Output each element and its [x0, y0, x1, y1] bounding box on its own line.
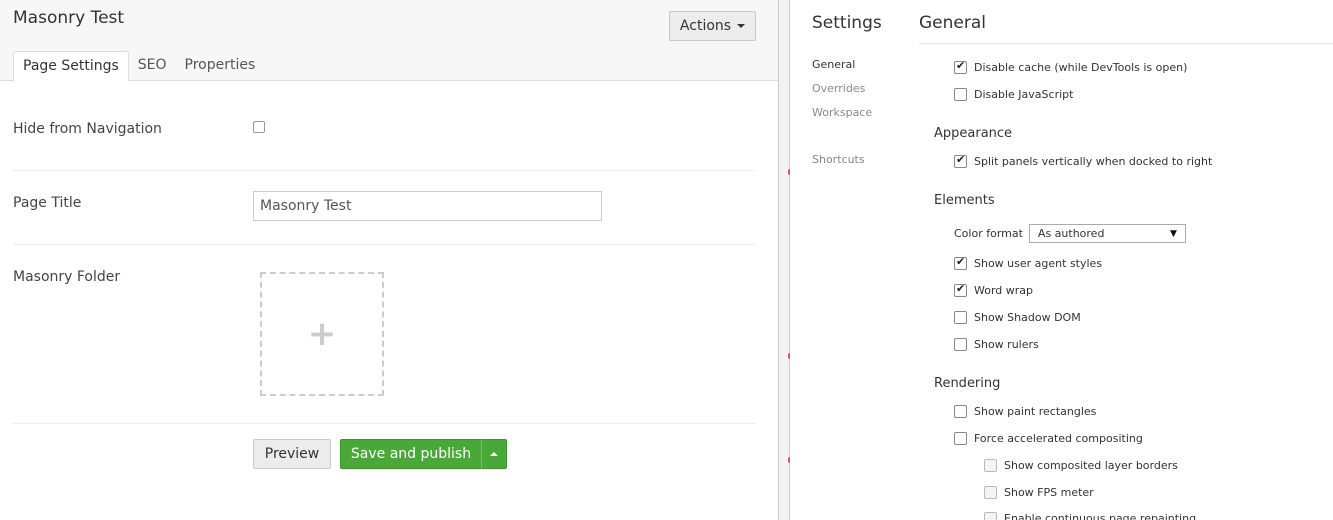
- chevron-up-icon: [490, 452, 498, 456]
- checkbox[interactable]: [954, 255, 967, 270]
- option-label: Show user agent styles: [974, 257, 1103, 270]
- masonry-folder-label: Masonry Folder: [13, 269, 121, 285]
- show-rulers-option[interactable]: Show rulers: [954, 338, 1039, 351]
- color-format-select[interactable]: As authored ▼: [1028, 224, 1186, 243]
- checkbox[interactable]: [954, 338, 967, 351]
- show-shadow-dom-option[interactable]: Show Shadow DOM: [954, 311, 1081, 324]
- show-paint-rectangles-option[interactable]: Show paint rectangles: [954, 405, 1096, 418]
- cms-panel: Masonry Test Actions Page Settings SEO P…: [0, 0, 778, 520]
- page-header: Masonry Test Actions Page Settings SEO P…: [0, 0, 778, 82]
- divider: [13, 423, 756, 424]
- option-label: Split panels vertically when docked to r…: [974, 155, 1213, 168]
- option-label: Disable JavaScript: [974, 88, 1074, 101]
- tab-properties[interactable]: Properties: [176, 51, 265, 81]
- tab-seo[interactable]: SEO: [129, 51, 176, 81]
- panel-splitter[interactable]: [778, 0, 792, 520]
- chevron-down-icon: ▼: [1170, 228, 1177, 239]
- color-format-label: Color format: [954, 227, 1023, 240]
- tab-page-settings[interactable]: Page Settings: [13, 51, 129, 82]
- page-title-label: Page Title: [13, 195, 82, 211]
- appearance-heading: Appearance: [934, 126, 1013, 141]
- checkbox[interactable]: [984, 459, 997, 472]
- folder-picker[interactable]: +: [260, 272, 384, 396]
- page-title-input[interactable]: [253, 191, 602, 221]
- devtools-settings: Settings General General Overrides Works…: [790, 0, 1333, 520]
- force-compositing-option[interactable]: Force accelerated compositing: [954, 432, 1143, 445]
- save-and-publish-button[interactable]: Save and publish: [340, 439, 482, 469]
- option-label: Show paint rectangles: [974, 405, 1097, 418]
- checkbox[interactable]: [954, 59, 967, 74]
- save-options-toggle[interactable]: [481, 439, 507, 469]
- show-fps-meter-option[interactable]: Show FPS meter: [984, 486, 1094, 499]
- disable-javascript-option[interactable]: Disable JavaScript: [954, 88, 1073, 101]
- nav-overrides[interactable]: Overrides: [812, 82, 865, 95]
- preview-button[interactable]: Preview: [253, 439, 331, 469]
- split-panels-option[interactable]: Split panels vertically when docked to r…: [954, 153, 1213, 168]
- option-label: Enable continuous page repainting: [1004, 512, 1197, 520]
- actions-label: Actions: [679, 18, 732, 34]
- rendering-heading: Rendering: [934, 376, 1001, 391]
- color-format-row: Color format As authored ▼: [954, 224, 1186, 243]
- checkbox[interactable]: [954, 405, 967, 418]
- settings-title: Settings: [812, 13, 882, 33]
- disable-cache-option[interactable]: Disable cache (while DevTools is open): [954, 59, 1188, 74]
- checkbox[interactable]: [954, 282, 967, 297]
- elements-heading: Elements: [934, 193, 995, 208]
- nav-general[interactable]: General: [812, 58, 855, 71]
- section-title: General: [919, 13, 986, 33]
- settings-tabs: Page Settings SEO Properties: [13, 51, 265, 82]
- nav-workspace[interactable]: Workspace: [812, 106, 872, 119]
- plus-icon: +: [307, 314, 337, 354]
- word-wrap-option[interactable]: Word wrap: [954, 282, 1034, 297]
- option-label: Show composited layer borders: [1004, 459, 1178, 472]
- option-label: Show Shadow DOM: [974, 311, 1081, 324]
- continuous-repainting-option[interactable]: Enable continuous page repainting: [984, 512, 1196, 520]
- checkbox[interactable]: [984, 512, 997, 520]
- option-label: Force accelerated compositing: [974, 432, 1143, 445]
- show-layer-borders-option[interactable]: Show composited layer borders: [984, 459, 1178, 472]
- divider: [13, 244, 756, 245]
- checkbox[interactable]: [984, 486, 997, 499]
- divider: [13, 170, 756, 171]
- actions-button[interactable]: Actions: [669, 11, 756, 41]
- checkbox[interactable]: [954, 88, 967, 101]
- chevron-down-icon: [737, 24, 746, 28]
- page-title: Masonry Test: [13, 8, 125, 28]
- divider: [919, 43, 1333, 44]
- option-label: Disable cache (while DevTools is open): [974, 61, 1188, 74]
- checkbox[interactable]: [954, 432, 967, 445]
- option-label: Show FPS meter: [1004, 486, 1094, 499]
- color-format-value: As authored: [1037, 227, 1105, 240]
- show-user-agent-styles-option[interactable]: Show user agent styles: [954, 255, 1103, 270]
- option-label: Show rulers: [974, 338, 1039, 351]
- checkbox[interactable]: [954, 153, 967, 168]
- hide-navigation-label: Hide from Navigation: [13, 121, 162, 137]
- hide-navigation-checkbox[interactable]: [253, 121, 265, 133]
- nav-shortcuts[interactable]: Shortcuts: [812, 153, 865, 166]
- checkbox[interactable]: [954, 311, 967, 324]
- option-label: Word wrap: [974, 284, 1034, 297]
